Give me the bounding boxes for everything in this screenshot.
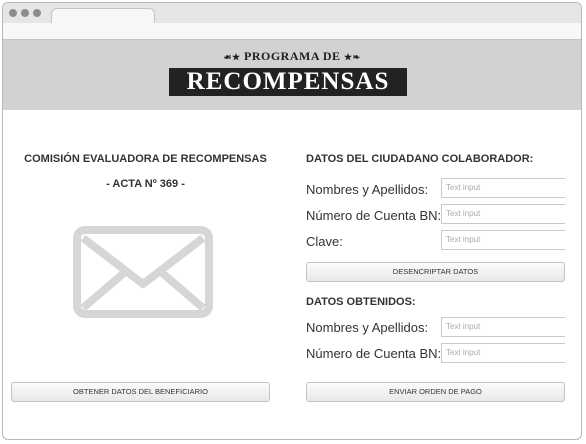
address-bar[interactable]	[3, 23, 581, 40]
get-beneficiary-button[interactable]: OBTENER DATOS DEL BENEFICIARIO	[11, 382, 270, 402]
obtained-name-input[interactable]: Text input	[441, 317, 565, 337]
main-content: COMISIÓN EVALUADORA DE RECOMPENSAS - ACT…	[3, 110, 581, 439]
citizen-name-label: Nombres y Apellidos:	[306, 182, 429, 197]
browser-window: ☙★ PROGRAMA DE ★❧ RECOMPENSAS COMISIÓN E…	[2, 2, 582, 440]
browser-tab[interactable]	[51, 8, 155, 23]
title-bar	[3, 3, 581, 24]
obtained-account-label: Número de Cuenta BN:	[306, 346, 442, 361]
header-banner: ☙★ PROGRAMA DE ★❧ RECOMPENSAS	[3, 40, 581, 110]
citizen-section-title: DATOS DEL CIUDADANO COLABORADOR:	[306, 153, 534, 165]
obtained-section-title: DATOS OBTENIDOS:	[306, 296, 416, 308]
obtained-account-input[interactable]: Text input	[441, 343, 565, 363]
citizen-account-label: Número de Cuenta BN:	[306, 208, 442, 223]
ornament-right-icon: ★❧	[344, 52, 361, 62]
window-dot-icon[interactable]	[21, 9, 29, 17]
window-dot-icon[interactable]	[33, 9, 41, 17]
obtained-name-label: Nombres y Apellidos:	[306, 320, 429, 335]
banner-subtitle-text: PROGRAMA DE	[244, 49, 341, 63]
acta-number: - ACTA Nº 369 -	[106, 178, 185, 190]
banner-title: RECOMPENSAS	[169, 68, 407, 96]
citizen-account-input[interactable]: Text input	[441, 204, 565, 224]
mail-icon	[73, 226, 213, 318]
ornament-left-icon: ☙★	[223, 52, 241, 62]
citizen-name-input[interactable]: Text input	[441, 178, 565, 198]
citizen-key-input[interactable]: Text input	[441, 230, 565, 250]
banner-subtitle: ☙★ PROGRAMA DE ★❧	[3, 49, 581, 64]
citizen-key-label: Clave:	[306, 234, 343, 249]
send-payment-button[interactable]: ENVIAR ORDEN DE PAGO	[306, 382, 565, 402]
window-dot-icon[interactable]	[9, 9, 17, 17]
commission-title: COMISIÓN EVALUADORA DE RECOMPENSAS	[24, 153, 267, 165]
decrypt-button[interactable]: DESENCRIPTAR DATOS	[306, 262, 565, 282]
